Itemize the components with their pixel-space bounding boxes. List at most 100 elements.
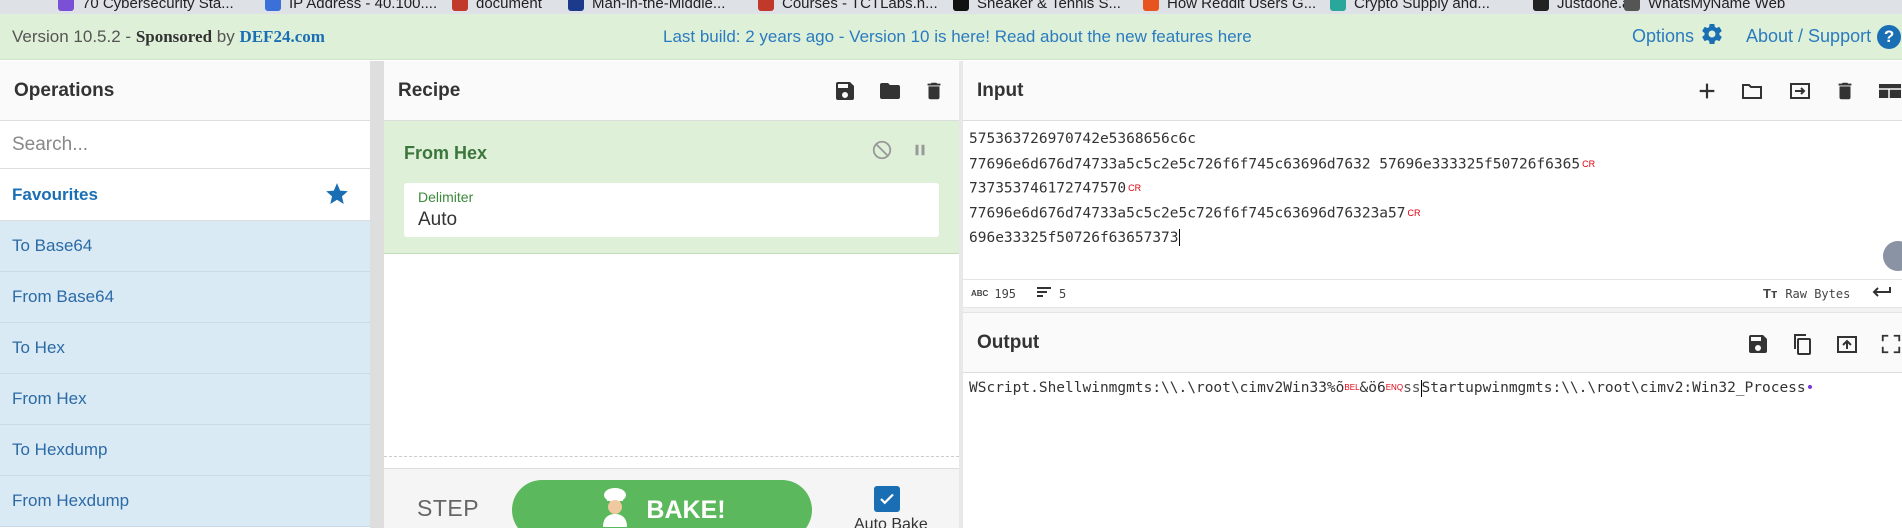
about-label: About / Support [1746,26,1872,46]
bookmark-favicon-icon [1533,0,1549,11]
open-file-icon[interactable] [1786,79,1814,109]
bookmark-favicon-icon [452,0,468,11]
bookmark-item[interactable]: IP Address - 40.100.... [265,0,437,13]
input-textarea[interactable]: 575363726970742e5368656c6c 77696e6d676d74… [969,127,1595,250]
operations-pane: Operations Search... Favourites To Base6… [0,61,370,528]
operations-title: Operations [0,61,370,121]
input-line-text: 696e33325f50726f63657373 [969,229,1179,246]
build-notice-link[interactable]: Last build: 2 years ago - Version 10 is … [663,27,1252,47]
about-support-button[interactable]: About / Support ? [1746,24,1902,49]
operation-item[interactable]: From Hexdump [0,476,370,527]
open-folder-icon[interactable] [1738,79,1766,109]
bookmark-label: WhatsMyName Web [1648,0,1786,12]
input-line-text: 77696e6d676d74733a5c5c2e5c726f6f745c6369… [969,155,1581,172]
delimiter-label: Delimiter [418,189,474,205]
bookmark-item[interactable]: Sneaker & Tennis S... [953,0,1121,13]
save-output-icon[interactable] [1746,332,1770,362]
favourites-category[interactable]: Favourites [0,169,370,221]
pause-icon[interactable] [911,139,929,166]
operations-list: To Base64 From Base64 To Hex From Hex To Hex… [0,221,370,527]
operations-search-input[interactable]: Search... [0,121,370,169]
favourites-label: Favourites [12,184,98,204]
operation-item[interactable]: From Hex [0,374,370,425]
input-line-text: 737353746172747570 [969,180,1127,197]
output-text-3: ss [1403,380,1421,396]
bookmark-favicon-icon [265,0,281,11]
options-button[interactable]: Options [1632,22,1724,51]
recipe-title: Recipe [398,79,461,101]
bookmark-item[interactable]: Courses - TCTLabs.n... [758,0,938,13]
recipe-operation-from-hex[interactable]: From Hex Delimiter Auto [384,121,959,254]
save-icon[interactable] [833,79,857,109]
encoding-selector[interactable]: Tт Raw Bytes [1763,286,1850,301]
trash-input-icon[interactable] [1834,79,1856,109]
bookmark-label: Sneaker & Tennis S... [977,0,1121,12]
bookmark-item[interactable]: document [452,0,542,13]
bookmark-favicon-icon [1624,0,1640,11]
bookmark-item[interactable]: WhatsMyName Web [1624,0,1785,13]
text-size-icon: Tт [1763,286,1778,301]
bookmark-item[interactable]: Justdone.ai [1533,0,1634,13]
output-textarea[interactable]: WScript.Shellwinmgmts:\\.\root\cimv2Win3… [969,376,1814,400]
input-line-text: 575363726970742e5368656c6c [969,131,1196,147]
disable-icon[interactable] [871,139,893,166]
bake-controls: STEP BAKE! Auto Bake [384,468,959,528]
bookmark-item[interactable]: Man-in-the-Middle... [568,0,725,13]
abc-icon: ABC [971,289,989,298]
pane-gutter[interactable] [370,61,384,528]
input-line: 77696e6d676d74733a5c5c2e5c726f6f745c6369… [969,201,1595,226]
bookmark-item[interactable]: Crypto Supply and... [1330,0,1490,13]
bookmark-favicon-icon [568,0,584,11]
bookmark-item[interactable]: How Reddit Users G... [1143,0,1316,13]
bookmark-label: document [476,0,542,12]
bake-label: BAKE! [646,495,726,524]
line-count: 5 [1059,286,1067,301]
replace-input-icon[interactable] [1834,332,1860,362]
sponsor-link[interactable]: DEF24.com [239,27,324,46]
operation-item[interactable]: From Base64 [0,272,370,323]
trash-icon[interactable] [923,79,945,109]
copy-icon[interactable] [1790,331,1814,363]
output-text-4: Startupwinmgmts:\\.\root\cimv2:Win32_Pro… [1421,380,1806,396]
input-title: Input [977,79,1024,101]
carriage-return-marker: CR [1582,158,1596,169]
recipe-title-bar: Recipe [384,61,959,121]
floating-assistant-button[interactable] [1883,241,1902,271]
bookmark-label: 70 Cybersecurity Sta... [82,0,234,12]
layout-icon[interactable] [1876,79,1902,109]
star-icon[interactable] [324,181,350,212]
bookmark-item[interactable]: 70 Cybersecurity Sta... [58,0,234,13]
operation-item[interactable]: To Hexdump [0,425,370,476]
control-char-enq: ENQ [1385,383,1404,392]
bookmark-label: Man-in-the-Middle... [592,0,726,12]
operation-item[interactable]: To Base64 [0,221,370,272]
eol-icon[interactable] [1871,286,1891,301]
step-button[interactable]: STEP [417,495,479,522]
input-status-bar: ABC 195 5 Tт Raw Bytes [963,279,1902,307]
plus-icon[interactable] [1696,80,1718,108]
bookmark-label: Crypto Supply and... [1354,0,1490,12]
output-title-bar: Output [963,313,1902,373]
char-count: 195 [994,286,1017,301]
input-line: 77696e6d676d74733a5c5c2e5c726f6f745c6369… [969,152,1595,177]
input-line: 737353746172747570 CR [969,176,1595,201]
bookmark-favicon-icon [1330,0,1346,11]
recipe-operation-name: From Hex [404,143,488,163]
bookmark-label: Courses - TCTLabs.n... [782,0,938,12]
options-label: Options [1632,26,1695,46]
help-icon: ? [1877,24,1902,49]
lines-icon [1037,286,1051,301]
folder-icon[interactable] [877,79,903,109]
bookmarks-bar: 70 Cybersecurity Sta... IP Address - 40.1… [0,0,1902,14]
input-title-bar: Input [963,61,1902,121]
bookmark-favicon-icon [953,0,969,11]
input-line: 696e33325f50726f63657373 [969,226,1595,251]
operation-item[interactable]: To Hex [0,323,370,374]
auto-bake-checkbox[interactable] [874,486,900,512]
delimiter-select[interactable]: Delimiter Auto [404,183,939,237]
bake-button[interactable]: BAKE! [512,480,812,528]
input-line: 575363726970742e5368656c6c [969,127,1595,152]
version-text: Version 10.5.2 - Sponsored by DEF24.com [12,27,325,47]
recipe-drop-zone-edge [384,456,959,462]
maximize-icon[interactable] [1880,333,1902,361]
